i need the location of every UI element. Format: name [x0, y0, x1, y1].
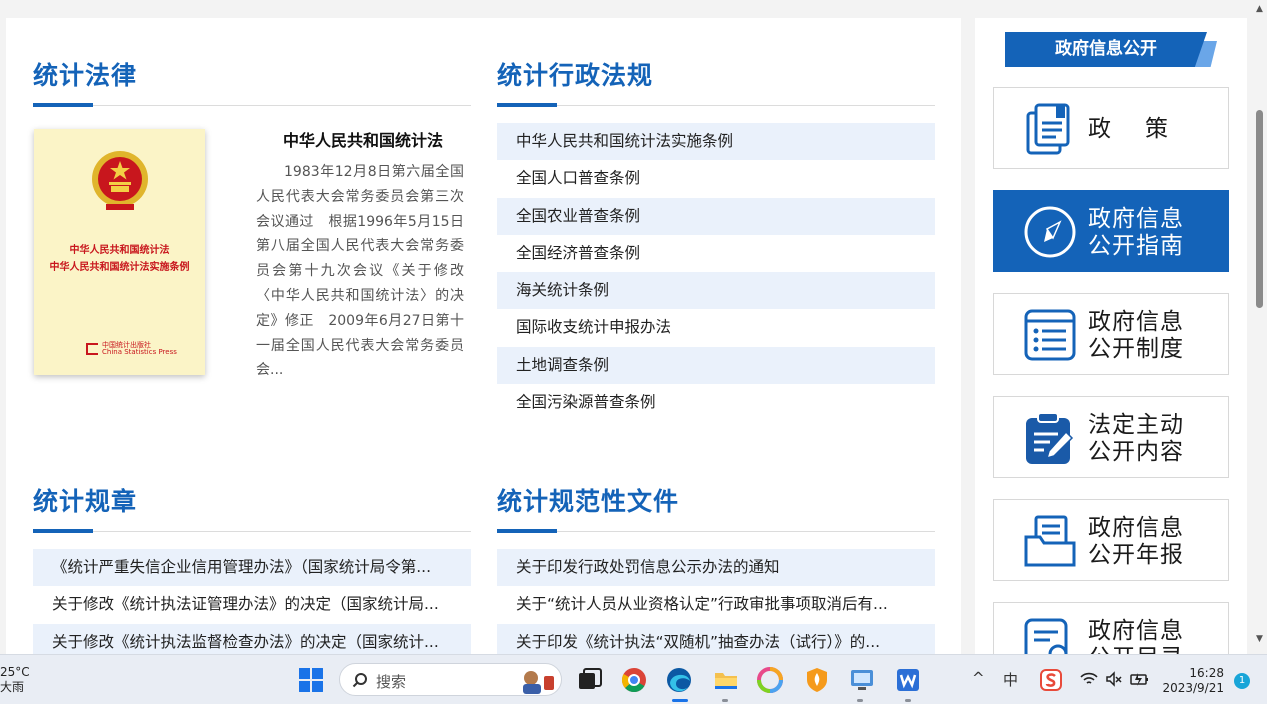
sidebar: 政府信息公开 政策 政府信息 公开指南 政府信息 公开制度 法定主动 公开内容 …: [975, 18, 1247, 654]
sidebar-card-guide[interactable]: 政府信息 公开指南: [993, 190, 1229, 272]
clipboard-edit-icon: [1026, 412, 1074, 464]
section-rule-regulations: [497, 103, 935, 107]
wifi-icon[interactable]: [1080, 670, 1098, 688]
system-clock[interactable]: 16:28 2023/9/21: [1162, 666, 1224, 696]
sidebar-card-label: 法定主动 公开内容: [1088, 412, 1184, 465]
compass-icon: [1024, 206, 1076, 258]
battery-charging-icon[interactable]: [1130, 670, 1150, 688]
main-content: 统计法律 中华人民共和国统计法 中华人民共和国统计法实施条例 中国统计出版社 C…: [6, 18, 961, 654]
remote-desktop-icon[interactable]: [849, 667, 875, 693]
edge-icon[interactable]: [666, 667, 692, 693]
sidebar-card-label: 政府信息 公开指南: [1088, 206, 1184, 259]
sidebar-card-label: 政府信息 公开年报: [1088, 515, 1184, 568]
rules-list: 《统计严重失信企业信用管理办法》（国家统计局令第... 关于修改《统计执法证管理…: [33, 549, 471, 654]
speaker-muted-icon[interactable]: [1105, 670, 1123, 688]
sidebar-card-label: 政策: [1088, 116, 1202, 142]
windows-start-icon[interactable]: [298, 667, 324, 693]
section-title-regulations[interactable]: 统计行政法规: [497, 56, 653, 92]
list-item[interactable]: 中华人民共和国统计法实施条例: [497, 123, 935, 161]
section-rule-laws: [33, 103, 471, 107]
book-cover[interactable]: 中华人民共和国统计法 中华人民共和国统计法实施条例 中国统计出版社 China …: [34, 129, 205, 375]
search-highlight-icon: [523, 671, 554, 694]
scroll-down-arrow-icon[interactable]: ▼: [1254, 634, 1265, 644]
sidebar-card-label: 政府信息公开目录: [1088, 618, 1184, 654]
sidebar-card-system[interactable]: 政府信息 公开制度: [993, 293, 1229, 375]
national-emblem-icon: [92, 151, 148, 210]
weather-temp: 25°C: [0, 665, 30, 679]
list-item[interactable]: 全国农业普查条例: [497, 197, 935, 235]
scroll-up-arrow-icon[interactable]: ▲: [1254, 4, 1265, 14]
section-title-normative[interactable]: 统计规范性文件: [497, 482, 679, 518]
list-item[interactable]: 关于印发行政处罚信息公示办法的通知: [497, 549, 935, 587]
page-scrollbar[interactable]: ▲ ▼: [1252, 0, 1267, 654]
search-icon: [352, 673, 367, 688]
list-item[interactable]: 关于“统计人员从业资格认定”行政审批事项取消后有...: [497, 586, 935, 623]
sidebar-card-annual-report[interactable]: 政府信息 公开年报: [993, 499, 1229, 581]
list-item[interactable]: 《统计严重失信企业信用管理办法》（国家统计局令第...: [33, 549, 471, 587]
folder-report-icon: [1024, 515, 1076, 567]
windows-taskbar: 25°C 大雨 搜索 ^ 中 16:28 2023/9/21 1: [0, 654, 1267, 704]
taskbar-search[interactable]: 搜索: [339, 663, 562, 696]
photos-app-icon[interactable]: [757, 667, 783, 693]
list-item[interactable]: 关于修改《统计执法监督检查办法》的决定（国家统计...: [33, 623, 471, 654]
sidebar-banner: 政府信息公开: [1005, 32, 1217, 67]
press-name-en: China Statistics Press: [102, 348, 177, 356]
shield-app-icon[interactable]: [804, 667, 830, 693]
list-item[interactable]: 关于印发《统计执法“双随机”抽查办法（试行）》的...: [497, 623, 935, 654]
list-item[interactable]: 全国污染源普查条例: [497, 384, 935, 421]
regulations-list: 中华人民共和国统计法实施条例 全国人口普查条例 全国农业普查条例 全国经济普查条…: [497, 123, 935, 421]
list-item[interactable]: 海关统计条例: [497, 272, 935, 310]
section-title-rules[interactable]: 统计规章: [33, 482, 137, 518]
sidebar-card-statutory[interactable]: 法定主动 公开内容: [993, 396, 1229, 478]
clock-date: 2023/9/21: [1162, 681, 1224, 695]
featured-law-description: 1983年12月8日第六届全国人民代表大会常务委员会第三次会议通过 根据1996…: [256, 164, 464, 379]
featured-law-title[interactable]: 中华人民共和国统计法: [268, 127, 458, 151]
list-item[interactable]: 土地调查条例: [497, 346, 935, 385]
section-title-laws[interactable]: 统计法律: [33, 56, 137, 92]
list-icon: [1024, 309, 1076, 361]
search-placeholder: 搜索: [376, 673, 407, 691]
weather-widget[interactable]: 25°C 大雨: [0, 665, 30, 695]
sidebar-card-policy[interactable]: 政策: [993, 87, 1229, 169]
normative-list: 关于印发行政处罚信息公示办法的通知 关于“统计人员从业资格认定”行政审批事项取消…: [497, 549, 935, 654]
list-item[interactable]: 全国经济普查条例: [497, 235, 935, 272]
list-item[interactable]: 全国人口普查条例: [497, 160, 935, 197]
browser-viewport: 统计法律 中华人民共和国统计法 中华人民共和国统计法实施条例 中国统计出版社 C…: [0, 0, 1252, 654]
press-logo-icon: [86, 343, 98, 355]
weather-desc: 大雨: [0, 680, 25, 694]
running-indicator: [857, 699, 863, 702]
section-rule-normative: [497, 529, 935, 533]
section-rule-rules: [33, 529, 471, 533]
tray-overflow-chevron-icon[interactable]: ^: [972, 669, 985, 687]
document-icon: [1026, 103, 1070, 155]
running-indicator: [722, 699, 728, 702]
running-indicator: [905, 699, 911, 702]
notification-badge[interactable]: 1: [1234, 673, 1250, 689]
scrollbar-thumb[interactable]: [1256, 110, 1263, 308]
sogou-input-icon[interactable]: [1040, 669, 1062, 691]
press-logo: 中国统计出版社 China Statistics Press: [86, 342, 177, 356]
list-item[interactable]: 国际收支统计申报办法: [497, 309, 935, 346]
wps-writer-icon[interactable]: [895, 667, 921, 693]
running-indicator-active: [672, 699, 688, 702]
ime-indicator[interactable]: 中: [1003, 669, 1018, 690]
file-explorer-icon[interactable]: [713, 667, 739, 693]
chrome-icon[interactable]: [621, 667, 647, 693]
press-name: 中国统计出版社 China Statistics Press: [102, 342, 177, 356]
book-cover-title-1: 中华人民共和国统计法: [69, 245, 170, 256]
sidebar-card-catalog[interactable]: 政府信息公开目录: [993, 602, 1229, 654]
clock-time: 16:28: [1189, 666, 1224, 680]
book-cover-title-2: 中华人民共和国统计法实施条例: [49, 262, 190, 273]
search-document-icon: [1024, 618, 1068, 654]
sidebar-banner-title: 政府信息公开: [1055, 39, 1157, 59]
task-view-icon[interactable]: [577, 667, 603, 693]
sidebar-card-label: 政府信息 公开制度: [1088, 309, 1184, 362]
list-item[interactable]: 关于修改《统计执法证管理办法》的决定（国家统计局...: [33, 586, 471, 623]
